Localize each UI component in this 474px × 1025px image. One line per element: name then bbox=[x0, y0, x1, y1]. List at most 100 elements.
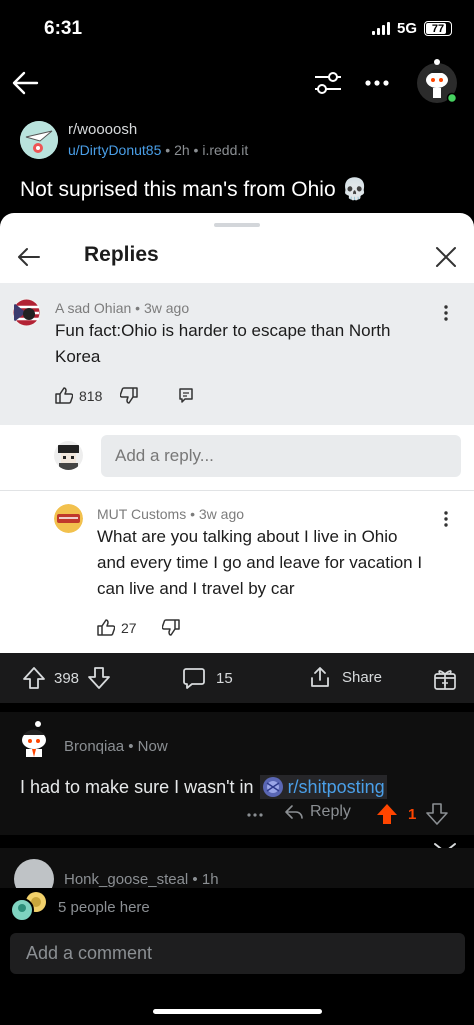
comment-count: 15 bbox=[216, 669, 233, 687]
comment-meta: Honk_goose_steal • 1h bbox=[64, 871, 219, 888]
comment-icon bbox=[179, 388, 193, 403]
sliders-icon bbox=[315, 72, 341, 94]
downvote-button[interactable] bbox=[161, 619, 180, 641]
sheet-grabber[interactable] bbox=[214, 223, 260, 227]
comment-more-button[interactable] bbox=[246, 805, 264, 823]
add-comment-input[interactable]: Add a comment bbox=[10, 933, 465, 974]
upvote-button[interactable]: 818 bbox=[55, 387, 102, 404]
upvote-button[interactable]: 27 bbox=[97, 619, 137, 636]
home-indicator bbox=[153, 1009, 322, 1014]
filter-button[interactable] bbox=[310, 66, 346, 100]
post-domain[interactable]: i.redd.it bbox=[202, 142, 248, 158]
people-here-avatars bbox=[10, 890, 50, 924]
avatar-stack-icon bbox=[10, 892, 46, 922]
reply-arrow-icon bbox=[285, 805, 303, 819]
pixel-avatar-icon bbox=[54, 441, 83, 470]
post-age: 2h bbox=[174, 142, 190, 158]
signal-icon bbox=[371, 22, 390, 35]
reply-label: Reply bbox=[310, 803, 351, 820]
commenter-avatar[interactable] bbox=[14, 859, 54, 888]
subreddit-icon bbox=[262, 777, 283, 797]
mut-customs-avatar-icon bbox=[54, 504, 83, 533]
battery-level: 77 bbox=[431, 22, 445, 35]
comment-body: What are you talking about I live in Ohi… bbox=[97, 524, 457, 602]
replies-sheet: Replies A sad Ohian • 3w ago Fun fact:Oh… bbox=[0, 213, 474, 653]
share-button[interactable]: Share bbox=[308, 665, 382, 689]
add-reply-input[interactable]: Add a reply... bbox=[101, 435, 461, 477]
award-button[interactable] bbox=[432, 665, 458, 696]
subreddit-name[interactable]: r/woooosh bbox=[68, 121, 137, 138]
sheet-back-button[interactable] bbox=[14, 243, 44, 271]
comment-age: 3w ago bbox=[198, 506, 245, 522]
thumbs-up-icon bbox=[97, 619, 115, 636]
subreddit-link[interactable]: r/shitposting bbox=[259, 775, 387, 799]
battery-icon: 77 bbox=[424, 21, 452, 36]
comment-line: can live and I travel by car bbox=[97, 579, 295, 598]
comment-author[interactable]: Honk_goose_steal bbox=[64, 871, 188, 888]
comment-meta: Bronqiaa • Now bbox=[64, 738, 168, 755]
more-vertical-icon bbox=[444, 305, 448, 321]
comment-author[interactable]: Bronqiaa bbox=[64, 738, 124, 755]
upvote-arrow-icon[interactable] bbox=[22, 666, 46, 690]
upvote-active-icon[interactable] bbox=[376, 803, 398, 825]
people-here-count: 5 people here bbox=[58, 899, 150, 916]
more-horizontal-icon bbox=[247, 813, 263, 817]
comment-reply-button[interactable]: Reply bbox=[284, 803, 351, 821]
status-time: 6:31 bbox=[44, 18, 83, 39]
comment-line: and every time I go and leave for vacati… bbox=[97, 553, 423, 572]
upvote-count: 818 bbox=[79, 387, 103, 404]
subreddit-icon bbox=[20, 121, 58, 159]
comment-bubble-icon bbox=[183, 668, 205, 689]
close-icon bbox=[436, 247, 456, 267]
thumbs-down-icon bbox=[161, 619, 180, 636]
commenter-avatar[interactable] bbox=[54, 504, 83, 533]
post-author[interactable]: u/DirtyDonut85 bbox=[68, 142, 161, 158]
focused-comment: A sad Ohian • 3w ago Fun fact:Ohio is ha… bbox=[0, 283, 474, 425]
downvote-button[interactable] bbox=[119, 387, 138, 409]
comments-button[interactable]: 15 bbox=[182, 666, 233, 690]
back-button[interactable] bbox=[8, 66, 42, 100]
downvote-arrow-icon[interactable] bbox=[426, 803, 449, 825]
comment: Honk_goose_steal • 1h bbox=[0, 848, 474, 888]
comment-vote-group: 1 bbox=[376, 803, 449, 825]
commenter-avatar[interactable] bbox=[14, 720, 54, 760]
thumbs-up-icon bbox=[55, 387, 73, 404]
share-label: Share bbox=[342, 668, 383, 686]
comment-meta: MUT Customs • 3w ago bbox=[97, 506, 245, 522]
comment-more-button[interactable] bbox=[437, 303, 455, 323]
subreddit-avatar[interactable] bbox=[20, 121, 58, 159]
comment-author[interactable]: MUT Customs bbox=[97, 506, 186, 522]
snoo-avatar-icon bbox=[22, 721, 46, 757]
vote-count: 398 bbox=[54, 669, 80, 687]
my-avatar bbox=[54, 441, 83, 470]
commenter-avatar[interactable] bbox=[12, 298, 41, 327]
comment-meta: A sad Ohian • 3w ago bbox=[55, 300, 190, 316]
comment-vote-count: 1 bbox=[408, 805, 417, 823]
comment-line: Fun fact:Ohio is harder to escape than N… bbox=[55, 321, 391, 340]
post-title: Not suprised this man's from Ohio 💀 bbox=[20, 178, 368, 201]
more-options-button[interactable] bbox=[362, 72, 392, 94]
comment-line: Korea bbox=[55, 347, 101, 366]
user-avatar-button[interactable] bbox=[414, 58, 460, 104]
sheet-close-button[interactable] bbox=[432, 243, 460, 271]
more-horizontal-icon bbox=[365, 80, 389, 86]
subreddit-link-text: r/shitposting bbox=[287, 776, 385, 797]
more-vertical-icon bbox=[444, 511, 448, 527]
comment-more-button[interactable] bbox=[437, 509, 455, 529]
post-vote-group: 398 bbox=[22, 666, 111, 690]
thumbs-down-icon bbox=[119, 387, 138, 404]
comment: Bronqiaa • Now I had to make sure I wasn… bbox=[0, 712, 474, 835]
status-indicators: 5G 77 bbox=[371, 20, 452, 37]
comment-author[interactable]: A sad Ohian bbox=[55, 300, 131, 316]
network-label: 5G bbox=[396, 20, 417, 37]
reply-button[interactable] bbox=[179, 388, 193, 408]
comment-age: 3w ago bbox=[143, 300, 190, 316]
downvote-arrow-icon[interactable] bbox=[87, 666, 111, 690]
share-icon bbox=[311, 667, 329, 687]
comment-text: I had to make sure I wasn't in bbox=[20, 776, 254, 797]
comment-body: Fun fact:Ohio is harder to escape than N… bbox=[55, 318, 435, 370]
comment-age: Now bbox=[137, 738, 168, 755]
flag-avatar-icon bbox=[12, 298, 41, 327]
post-action-bar: 398 15 Share bbox=[0, 653, 474, 703]
snoo-avatar-icon bbox=[417, 59, 458, 104]
